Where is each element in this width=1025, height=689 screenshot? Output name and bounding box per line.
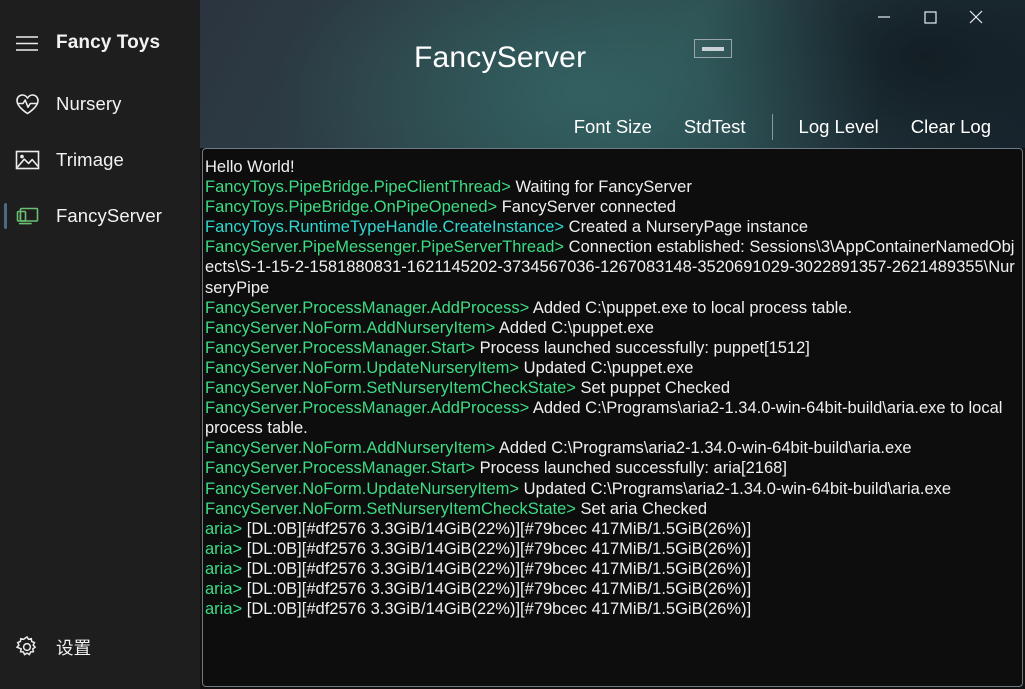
log-line: FancyServer.NoForm.AddNurseryItem> Added… [205, 438, 1016, 458]
log-line: FancyServer.NoForm.UpdateNurseryItem> Up… [205, 358, 1016, 378]
hamburger-icon [14, 30, 40, 56]
collapse-toggle-button[interactable] [694, 39, 732, 58]
log-message: Added C:\Programs\aria2-1.34.0-win-64bit… [495, 439, 912, 458]
window-maximize-button[interactable] [907, 0, 953, 34]
log-message: [DL:0B][#df2576 3.3GiB/14GiB(22%)][#79bc… [242, 559, 752, 578]
app-name-label: Fancy Toys [56, 32, 161, 53]
log-source: aria> [205, 600, 243, 619]
log-output[interactable]: Hello World! FancyToys.PipeBridge.PipeCli… [203, 149, 1022, 686]
sidebar-item-settings[interactable]: 设置 [0, 623, 200, 671]
log-line: FancyServer.NoForm.SetNurseryItemCheckSt… [205, 499, 1016, 519]
log-line: FancyToys.PipeBridge.OnPipeOpened> Fancy… [205, 197, 1016, 217]
log-message: [DL:0B][#df2576 3.3GiB/14GiB(22%)][#79bc… [242, 579, 752, 598]
log-line: FancyServer.NoForm.SetNurseryItemCheckSt… [205, 378, 1016, 398]
gear-icon [14, 634, 40, 660]
log-source: aria> [205, 539, 243, 558]
log-line: FancyToys.PipeBridge.PipeClientThread> W… [205, 177, 1016, 197]
sidebar: Fancy Toys Nursery Trimage FancyServer 设… [0, 0, 200, 689]
log-source: FancyServer.ProcessManager.AddProcess> [205, 298, 530, 317]
minimize-icon [878, 16, 890, 18]
log-message: Waiting for FancyServer [510, 178, 692, 197]
log-source: FancyServer.ProcessManager.AddProcess> [205, 399, 530, 418]
log-source: FancyToys.RuntimeTypeHandle.CreateInstan… [205, 218, 565, 237]
fancy-toys-window: Fancy Toys Nursery Trimage FancyServer 设… [0, 0, 1025, 689]
monitor-icon [14, 203, 40, 229]
sidebar-item-fancyserver[interactable]: FancyServer [0, 190, 200, 242]
log-line: FancyServer.ProcessManager.Start> Proces… [205, 338, 1016, 358]
heart-pulse-icon [14, 91, 40, 117]
sidebar-item-label: Trimage [56, 149, 124, 170]
log-message: Hello World! [205, 158, 295, 176]
log-source: FancyToys.PipeBridge.PipeClientThread> [205, 178, 511, 197]
log-line: FancyServer.ProcessManager.Start> Proces… [205, 458, 1016, 478]
sidebar-item-trimage[interactable]: Trimage [0, 134, 200, 186]
log-line: FancyServer.PipeMessenger.PipeServerThre… [205, 237, 1016, 297]
log-line: FancyServer.ProcessManager.AddProcess> A… [205, 398, 1016, 438]
log-source: FancyServer.NoForm.UpdateNurseryItem> [205, 358, 520, 377]
log-level-button[interactable]: Log Level [783, 116, 895, 138]
log-message: Set aria Checked [575, 499, 708, 518]
log-line: FancyServer.NoForm.AddNurseryItem> Added… [205, 318, 1016, 338]
log-source: FancyServer.NoForm.SetNurseryItemCheckSt… [205, 379, 576, 398]
log-message: Process launched successfully: aria[2168… [475, 459, 787, 478]
log-source: aria> [205, 579, 243, 598]
log-message: Process launched successfully: puppet[15… [475, 338, 810, 357]
log-message: Updated C:\puppet.exe [519, 358, 694, 377]
clear-log-button[interactable]: Clear Log [895, 116, 1007, 138]
log-message: Added C:\puppet.exe [495, 318, 654, 337]
sidebar-item-nursery[interactable]: Nursery [0, 78, 200, 130]
maximize-icon [923, 10, 937, 24]
log-line: FancyServer.ProcessManager.AddProcess> A… [205, 298, 1016, 318]
window-minimize-button[interactable] [861, 0, 907, 34]
close-icon [969, 10, 983, 24]
font-size-button[interactable]: Font Size [558, 116, 668, 138]
log-line: aria> [DL:0B][#df2576 3.3GiB/14GiB(22%)]… [205, 519, 1016, 539]
log-source: FancyServer.NoForm.UpdateNurseryItem> [205, 479, 520, 498]
selection-indicator [4, 203, 7, 229]
log-line: FancyServer.NoForm.UpdateNurseryItem> Up… [205, 479, 1016, 499]
image-icon [14, 147, 40, 173]
log-message: Set puppet Checked [575, 379, 731, 398]
log-source: FancyServer.NoForm.AddNurseryItem> [205, 318, 496, 337]
log-line: aria> [DL:0B][#df2576 3.3GiB/14GiB(22%)]… [205, 579, 1016, 599]
log-message: [DL:0B][#df2576 3.3GiB/14GiB(22%)][#79bc… [242, 519, 752, 538]
log-message: [DL:0B][#df2576 3.3GiB/14GiB(22%)][#79bc… [242, 600, 752, 619]
window-close-button[interactable] [953, 0, 999, 34]
log-line: aria> [DL:0B][#df2576 3.3GiB/14GiB(22%)]… [205, 559, 1016, 579]
log-line: aria> [DL:0B][#df2576 3.3GiB/14GiB(22%)]… [205, 539, 1016, 559]
header-toolbar: Font Size StdTest Log Level Clear Log [558, 114, 1007, 140]
log-source: FancyServer.ProcessManager.Start> [205, 459, 476, 478]
sidebar-menu-toggle[interactable]: Fancy Toys [0, 18, 200, 68]
collapse-bar-icon [702, 46, 724, 51]
title-bar: FancyServer Font Size StdTest Log Level … [200, 0, 1025, 148]
page-title: FancyServer [414, 41, 587, 74]
settings-label: 设置 [56, 637, 92, 658]
sidebar-item-label: FancyServer [56, 205, 162, 226]
log-source: FancyToys.PipeBridge.OnPipeOpened> [205, 198, 498, 217]
log-source: FancyServer.PipeMessenger.PipeServerThre… [205, 238, 565, 257]
log-source: aria> [205, 519, 243, 538]
log-message: Added C:\puppet.exe to local process tab… [529, 298, 853, 317]
sidebar-nav-list: Nursery Trimage FancyServer [0, 78, 200, 246]
std-test-button[interactable]: StdTest [668, 116, 762, 138]
toolbar-separator [771, 114, 773, 140]
log-line: FancyToys.RuntimeTypeHandle.CreateInstan… [205, 217, 1016, 237]
log-source: FancyServer.ProcessManager.Start> [205, 338, 476, 357]
log-message: Created a NurseryPage instance [564, 218, 809, 237]
log-source: aria> [205, 559, 243, 578]
log-line: Hello World! [205, 157, 1016, 177]
log-message: [DL:0B][#df2576 3.3GiB/14GiB(22%)][#79bc… [242, 539, 752, 558]
log-panel[interactable]: Hello World! FancyToys.PipeBridge.PipeCli… [202, 148, 1023, 687]
log-source: FancyServer.NoForm.SetNurseryItemCheckSt… [205, 499, 576, 518]
log-message: Updated C:\Programs\aria2-1.34.0-win-64b… [519, 479, 952, 498]
log-line: aria> [DL:0B][#df2576 3.3GiB/14GiB(22%)]… [205, 599, 1016, 619]
sidebar-item-label: Nursery [56, 93, 122, 114]
main-pane: FancyServer Font Size StdTest Log Level … [200, 0, 1025, 689]
log-message: FancyServer connected [497, 198, 676, 217]
log-source: FancyServer.NoForm.AddNurseryItem> [205, 439, 496, 458]
